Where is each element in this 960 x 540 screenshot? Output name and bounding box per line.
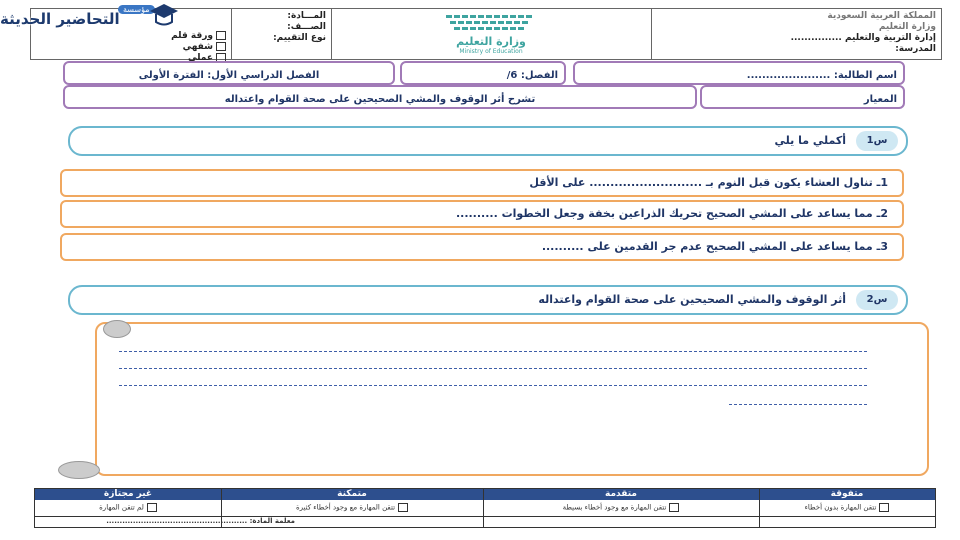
answer-line[interactable] <box>119 368 867 369</box>
question-1-tag: س1 <box>856 131 898 151</box>
kingdom-text: المملكة العربية السعودية <box>827 11 936 21</box>
ministry-line: وزارة التعليم <box>878 22 936 32</box>
class-text: الفصل: 6/ <box>506 70 558 81</box>
checkbox-icon <box>216 42 226 51</box>
teacher-signature: معلمة المادة: ..........................… <box>106 517 295 525</box>
question-2-bar: س2 أثر الوقوف والمشي الصحيحين على صحة ال… <box>68 285 908 315</box>
student-name-field: اسم الطالبة: ...................... <box>746 70 897 81</box>
question-1-bar: س1 أكملي ما يلي <box>68 126 908 156</box>
header-divider <box>231 9 232 59</box>
admin-line: إدارة التربية والتعليم ............... <box>790 33 936 43</box>
rubric-header: متمكنة <box>337 489 367 499</box>
checkbox-icon <box>216 31 226 40</box>
ministry-name-en: Ministry of Education <box>459 48 523 55</box>
checkbox-icon <box>398 503 409 512</box>
rubric-header: متفوقة <box>830 489 864 499</box>
ministry-name: وزارة التعليم <box>456 35 526 48</box>
question-1-item[interactable]: 1ـ تناول العشاء يكون قبل النوم بـ ......… <box>60 169 904 197</box>
subject-label: المـــادة: <box>287 11 326 21</box>
answer-line[interactable] <box>729 404 867 405</box>
term-text: الفصل الدراسي الأول: الفترة الأولى <box>138 70 320 81</box>
answer-line[interactable] <box>119 385 867 386</box>
question-1-item[interactable]: 3ـ مما يساعد على المشي الصحيح عدم جر الق… <box>60 233 904 261</box>
header-divider <box>651 9 652 59</box>
brand-name: التحاضير الحديثة <box>0 10 120 28</box>
rubric-header: متقدمة <box>605 489 637 499</box>
rubric-table: غير مجتازة متمكنة متقدمة متفوقة لم تتقن … <box>34 488 936 528</box>
ministry-logo: وزارة التعليم Ministry of Education <box>411 13 571 55</box>
checkbox-icon <box>669 503 680 512</box>
rubric-cell[interactable]: لم تتقن المهارة <box>35 503 221 512</box>
question-1-item[interactable]: 2ـ مما يساعد على المشي الصحيح تحريك الذر… <box>60 200 904 228</box>
ministry-logo-icon <box>446 15 532 30</box>
school-line: المدرسة: <box>895 44 936 54</box>
header-divider <box>331 9 332 59</box>
term-pill: الفصل الدراسي الأول: الفترة الأولى <box>63 61 395 85</box>
brand-logo: مؤسسة التحاضير الحديثة <box>0 0 180 40</box>
answer-scroll[interactable] <box>95 322 929 476</box>
question-1-title: أكملي ما يلي <box>774 134 846 147</box>
grade-label: الصـــف: <box>287 22 326 32</box>
rubric-header: غير مجتازة <box>103 489 153 499</box>
rubric-cell[interactable]: تتقن المهارة مع وجود أخطاء كثيرة <box>221 503 483 512</box>
rubric-header-row: غير مجتازة متمكنة متقدمة متفوقة <box>35 489 935 500</box>
answer-line[interactable] <box>119 351 867 352</box>
question-2-title: أثر الوقوف والمشي الصحيحين على صحة القوا… <box>538 293 846 306</box>
rubric-cell[interactable]: تتقن المهارة بدون أخطاء <box>759 503 935 512</box>
worksheet-page: المـــادة: الصـــف: نوع التقييم: ورقة قل… <box>0 0 960 540</box>
rubric-cell[interactable]: تتقن المهارة مع وجود أخطاء بسيطة <box>483 503 759 512</box>
checkbox-icon <box>879 503 890 512</box>
criterion-label-pill: المعيار <box>700 85 905 109</box>
class-pill[interactable]: الفصل: 6/ <box>400 61 566 85</box>
student-name-pill[interactable]: اسم الطالبة: ...................... <box>573 61 905 85</box>
scroll-curl <box>103 320 131 338</box>
graduation-cap-icon <box>150 4 178 26</box>
option-oral[interactable]: شفهي <box>156 42 226 53</box>
criterion-text: تشرح أثر الوقوف والمشي الصحيحين على صحة … <box>224 94 536 105</box>
scroll-curl <box>58 461 100 479</box>
checkbox-icon <box>146 503 157 512</box>
criterion-label: المعيار <box>863 94 897 105</box>
question-2-tag: س2 <box>856 290 898 310</box>
criterion-value-pill: تشرح أثر الوقوف والمشي الصحيحين على صحة … <box>63 85 697 109</box>
assessment-type-label: نوع التقييم: <box>273 33 326 43</box>
